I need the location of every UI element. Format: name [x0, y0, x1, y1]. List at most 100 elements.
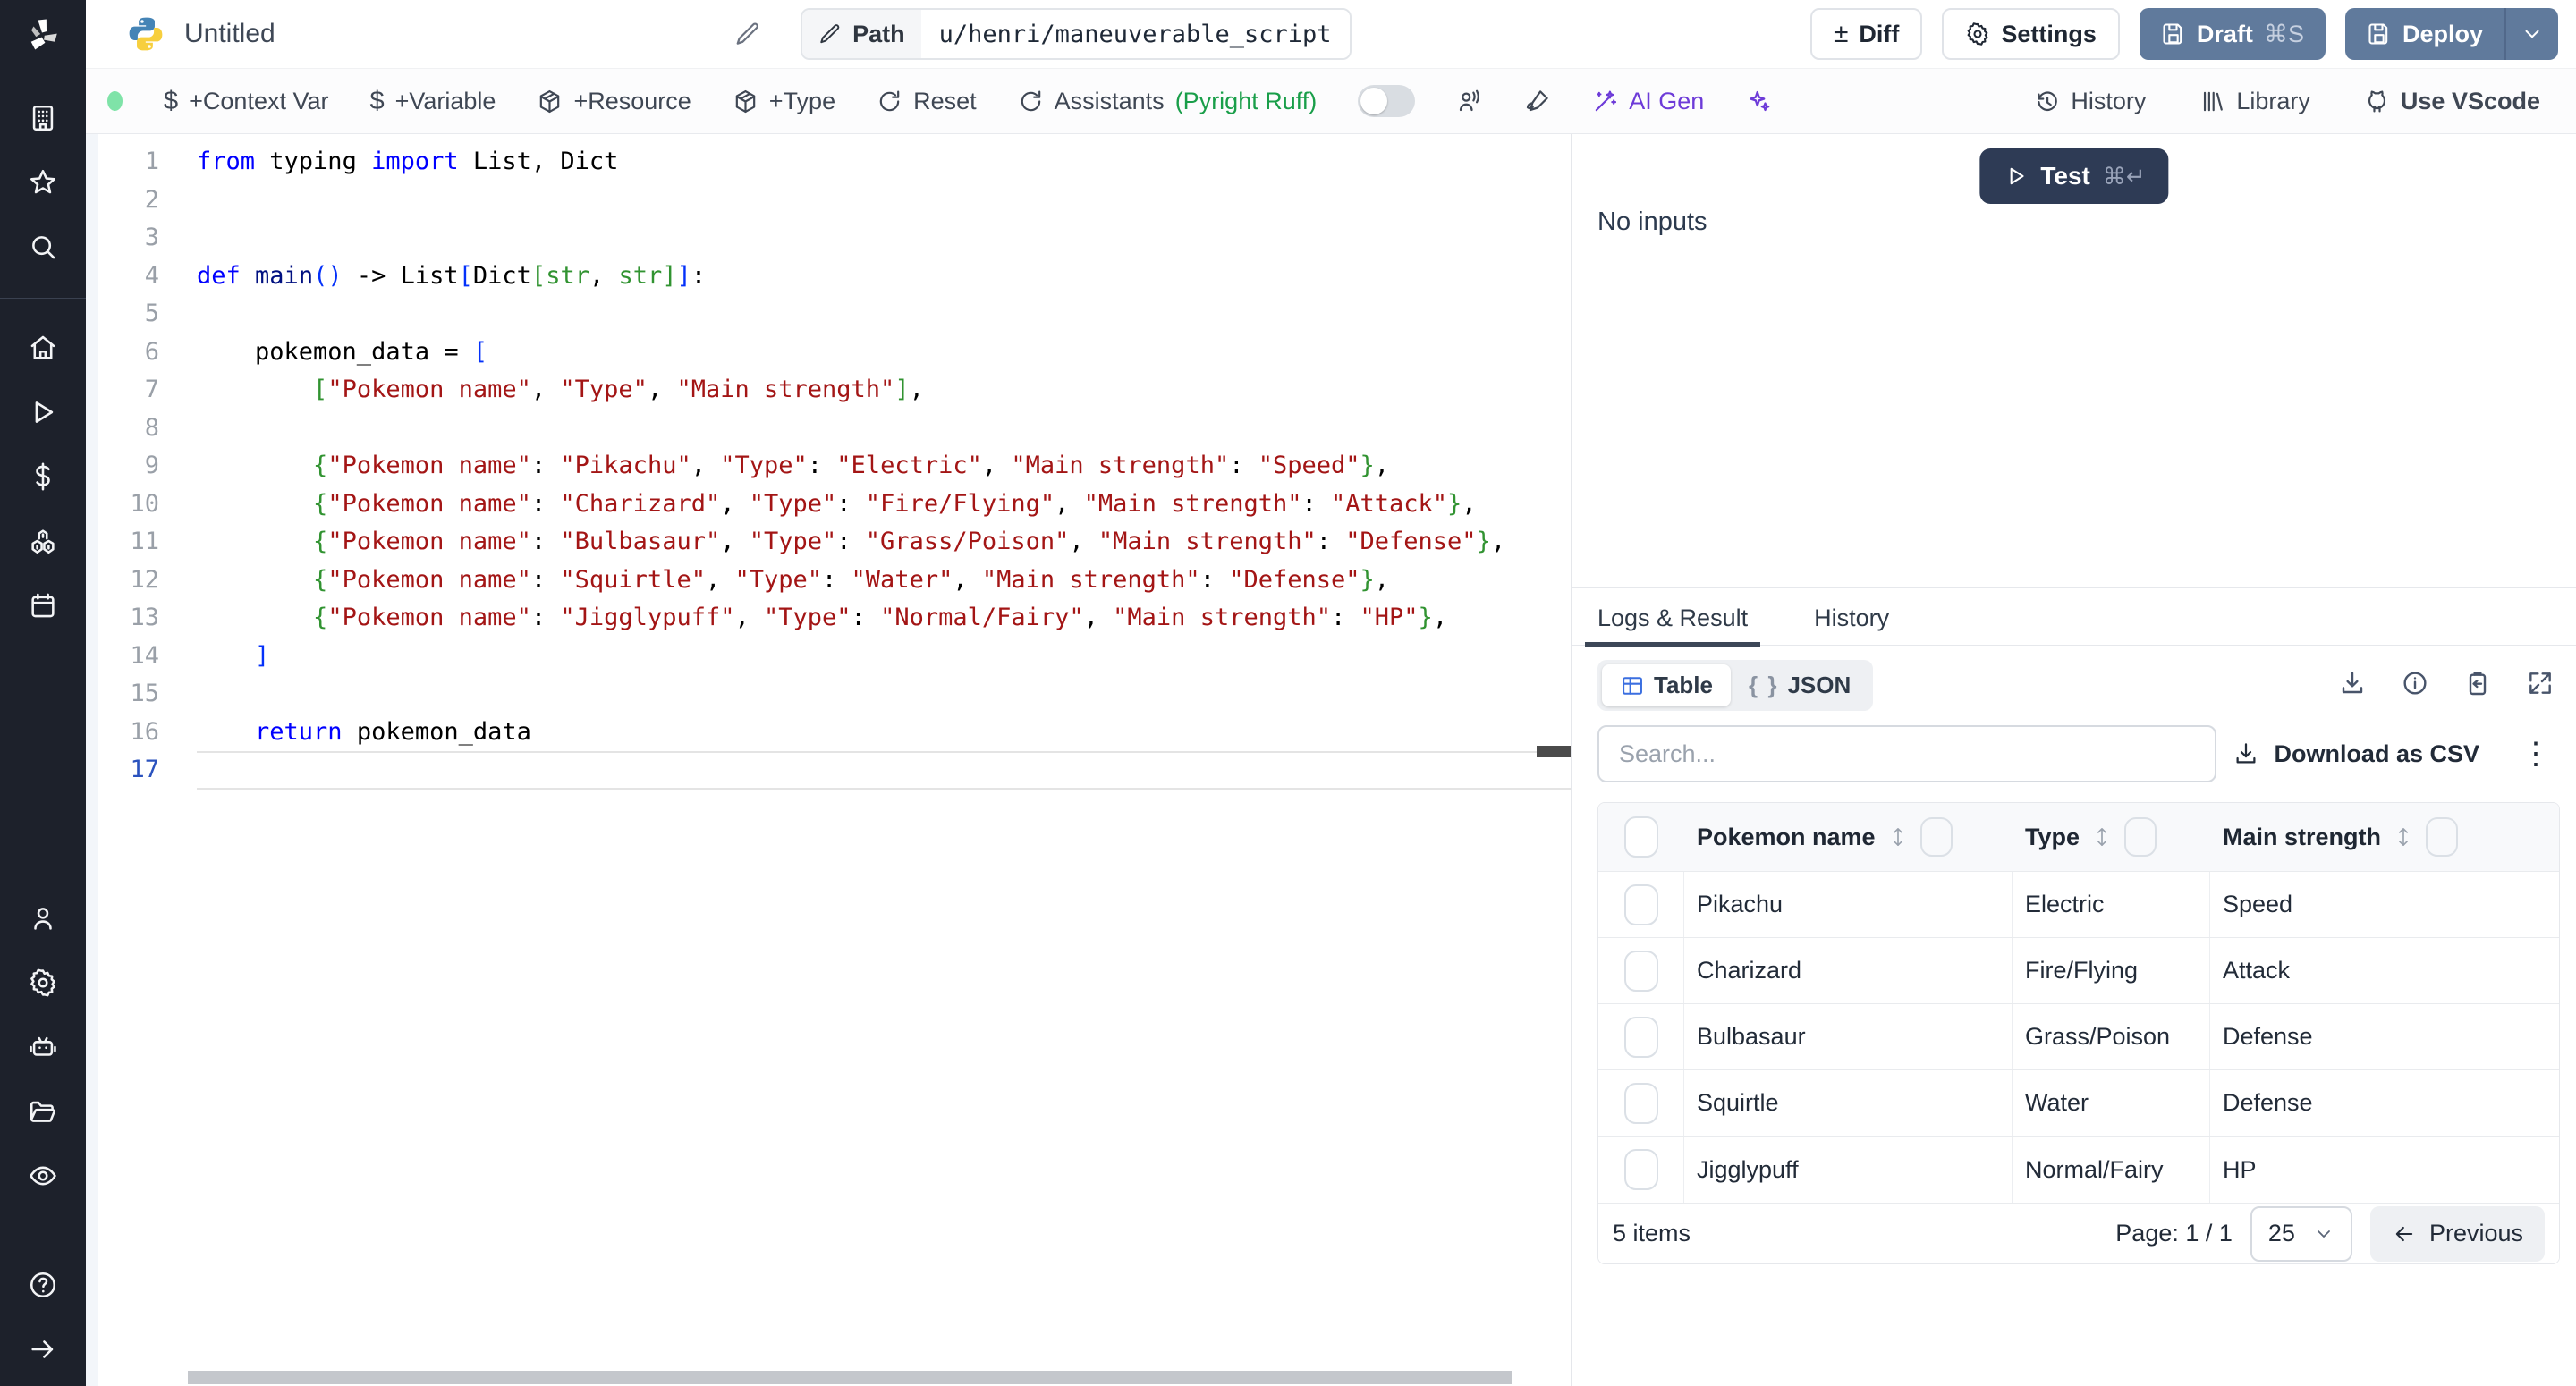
row-checkbox[interactable] [1624, 951, 1658, 992]
row-checkbox[interactable] [1624, 1083, 1658, 1124]
table-row[interactable]: JigglypuffNormal/FairyHP [1598, 1137, 2559, 1203]
column-header-type[interactable]: Type [2025, 824, 2080, 851]
resources-boxes-icon[interactable] [28, 526, 58, 556]
robot-icon[interactable] [28, 1032, 58, 1062]
select-all-checkbox[interactable] [1624, 816, 1658, 858]
add-type-button[interactable]: +Type [733, 88, 835, 115]
table-row[interactable]: PikachuElectricSpeed [1598, 872, 2559, 938]
expand-icon[interactable] [2526, 669, 2555, 697]
runs-play-icon[interactable] [28, 397, 58, 427]
add-context-var-button[interactable]: $ +Context Var [164, 87, 328, 116]
previous-page-button[interactable]: Previous [2370, 1206, 2545, 1262]
favorites-star-icon[interactable] [28, 167, 58, 198]
table-row[interactable]: SquirtleWaterDefense [1598, 1070, 2559, 1137]
folder-open-icon[interactable] [28, 1096, 58, 1127]
code-line[interactable]: def main() -> List[Dict[str, str]]: [197, 258, 1571, 296]
code-line[interactable]: {"Pokemon name": "Pikachu", "Type": "Ele… [197, 447, 1571, 486]
edit-summary-pencil-icon[interactable] [734, 21, 761, 47]
user-signal-icon[interactable] [1456, 88, 1483, 114]
tab-logs-result[interactable]: Logs & Result [1597, 604, 1748, 645]
code-line[interactable]: ["Pokemon name", "Type", "Main strength"… [197, 371, 1571, 410]
row-checkbox[interactable] [1624, 1017, 1658, 1058]
assistants-button[interactable]: Assistants (Pyright Ruff) [1018, 88, 1318, 115]
horizontal-scrollbar[interactable] [188, 1371, 1512, 1384]
download-result-icon[interactable] [2338, 669, 2367, 697]
rotate-cw-icon [1018, 89, 1044, 114]
sort-icon[interactable] [2394, 823, 2413, 851]
deploy-button[interactable]: Deploy [2345, 8, 2558, 60]
expand-arrow-right-icon[interactable] [28, 1334, 58, 1365]
sort-icon[interactable] [1888, 823, 1908, 851]
column-options-box[interactable] [2426, 817, 2458, 857]
code-line[interactable]: {"Pokemon name": "Jigglypuff", "Type": "… [197, 599, 1571, 638]
script-title[interactable]: Untitled [184, 19, 275, 49]
ai-gen-button[interactable]: AI Gen [1592, 88, 1704, 115]
draft-shortcut: ⌘S [2264, 21, 2304, 48]
add-variable-button[interactable]: $ +Variable [369, 87, 496, 116]
search-input[interactable] [1597, 725, 2216, 782]
column-options-box[interactable] [2124, 817, 2157, 857]
code-line[interactable]: from typing import List, Dict [197, 143, 1571, 182]
history-button[interactable]: History [2034, 88, 2146, 115]
code-line[interactable]: return pokemon_data [197, 714, 1571, 752]
tab-history[interactable]: History [1814, 604, 1889, 645]
row-checkbox[interactable] [1624, 884, 1658, 925]
variables-dollar-icon[interactable] [28, 461, 58, 492]
settings-button[interactable]: Settings [1942, 8, 2120, 60]
code-line[interactable]: {"Pokemon name": "Charizard", "Type": "F… [197, 486, 1571, 524]
settings-gear-icon[interactable] [28, 968, 58, 998]
test-button[interactable]: Test ⌘↵ [1979, 148, 2168, 204]
diff-icon: ± [1834, 19, 1848, 49]
code-editor-pane[interactable]: 1234567891011121314151617 from typing im… [86, 134, 1572, 1386]
code-line[interactable] [197, 295, 1571, 334]
path-value[interactable]: u/henri/maneuverable_script [921, 10, 1350, 58]
code-line[interactable] [197, 410, 1571, 448]
code-line[interactable]: pokemon_data = [ [197, 334, 1571, 372]
column-header-main-strength[interactable]: Main strength [2223, 824, 2381, 851]
info-icon[interactable] [2401, 669, 2429, 697]
sparkles-icon[interactable] [1745, 88, 1772, 114]
table-row[interactable]: CharizardFire/FlyingAttack [1598, 938, 2559, 1004]
library-button[interactable]: Library [2199, 88, 2310, 115]
table-row[interactable]: BulbasaurGrass/PoisonDefense [1598, 1004, 2559, 1070]
sort-icon[interactable] [2092, 823, 2112, 851]
code-line[interactable]: {"Pokemon name": "Squirtle", "Type": "Wa… [197, 562, 1571, 600]
multiplayer-toggle[interactable] [1358, 85, 1415, 117]
play-icon [2003, 164, 2028, 189]
column-options-box[interactable] [1920, 817, 1953, 857]
more-options-kebab-icon[interactable]: ⋮ [2521, 739, 2551, 769]
github-icon [2364, 89, 2390, 114]
user-icon[interactable] [28, 903, 58, 934]
column-header-pokemon-name[interactable]: Pokemon name [1697, 824, 1876, 851]
paintbrush-icon[interactable] [1524, 88, 1551, 114]
code-line[interactable]: {"Pokemon name": "Bulbasaur", "Type": "G… [197, 523, 1571, 562]
view-json-option[interactable]: { } JSON [1731, 664, 1868, 706]
home-icon[interactable] [28, 333, 58, 363]
view-table-option[interactable]: Table [1602, 664, 1731, 706]
page-size-select[interactable]: 25 [2250, 1206, 2352, 1262]
code-line[interactable] [197, 219, 1571, 258]
eye-icon[interactable] [28, 1161, 58, 1191]
code-line[interactable]: ] [197, 638, 1571, 676]
use-vscode-button[interactable]: Use VScode [2364, 88, 2540, 115]
python-language-icon [127, 15, 165, 53]
code-lines[interactable]: from typing import List, Dict def main() … [184, 143, 1571, 1386]
draft-button[interactable]: Draft ⌘S [2140, 8, 2326, 60]
reset-button[interactable]: Reset [877, 88, 977, 115]
add-resource-button[interactable]: +Resource [537, 88, 691, 115]
deploy-dropdown-button[interactable] [2506, 8, 2558, 60]
code-line[interactable] [197, 675, 1571, 714]
code-line[interactable] [197, 751, 1571, 790]
windmill-logo[interactable] [0, 0, 86, 69]
diff-button[interactable]: ± Diff [1810, 8, 1922, 60]
workspace-building-icon[interactable] [28, 103, 58, 133]
path-editor[interactable]: Path u/henri/maneuverable_script [801, 8, 1351, 60]
schedules-calendar-icon[interactable] [28, 590, 58, 621]
row-checkbox[interactable] [1624, 1149, 1658, 1190]
line-number: 17 [98, 751, 159, 790]
search-icon[interactable] [28, 232, 58, 262]
clipboard-copy-icon[interactable] [2463, 669, 2492, 697]
code-line[interactable] [197, 182, 1571, 220]
download-csv-button[interactable]: Download as CSV [2233, 740, 2479, 768]
help-circle-icon[interactable] [28, 1270, 58, 1300]
